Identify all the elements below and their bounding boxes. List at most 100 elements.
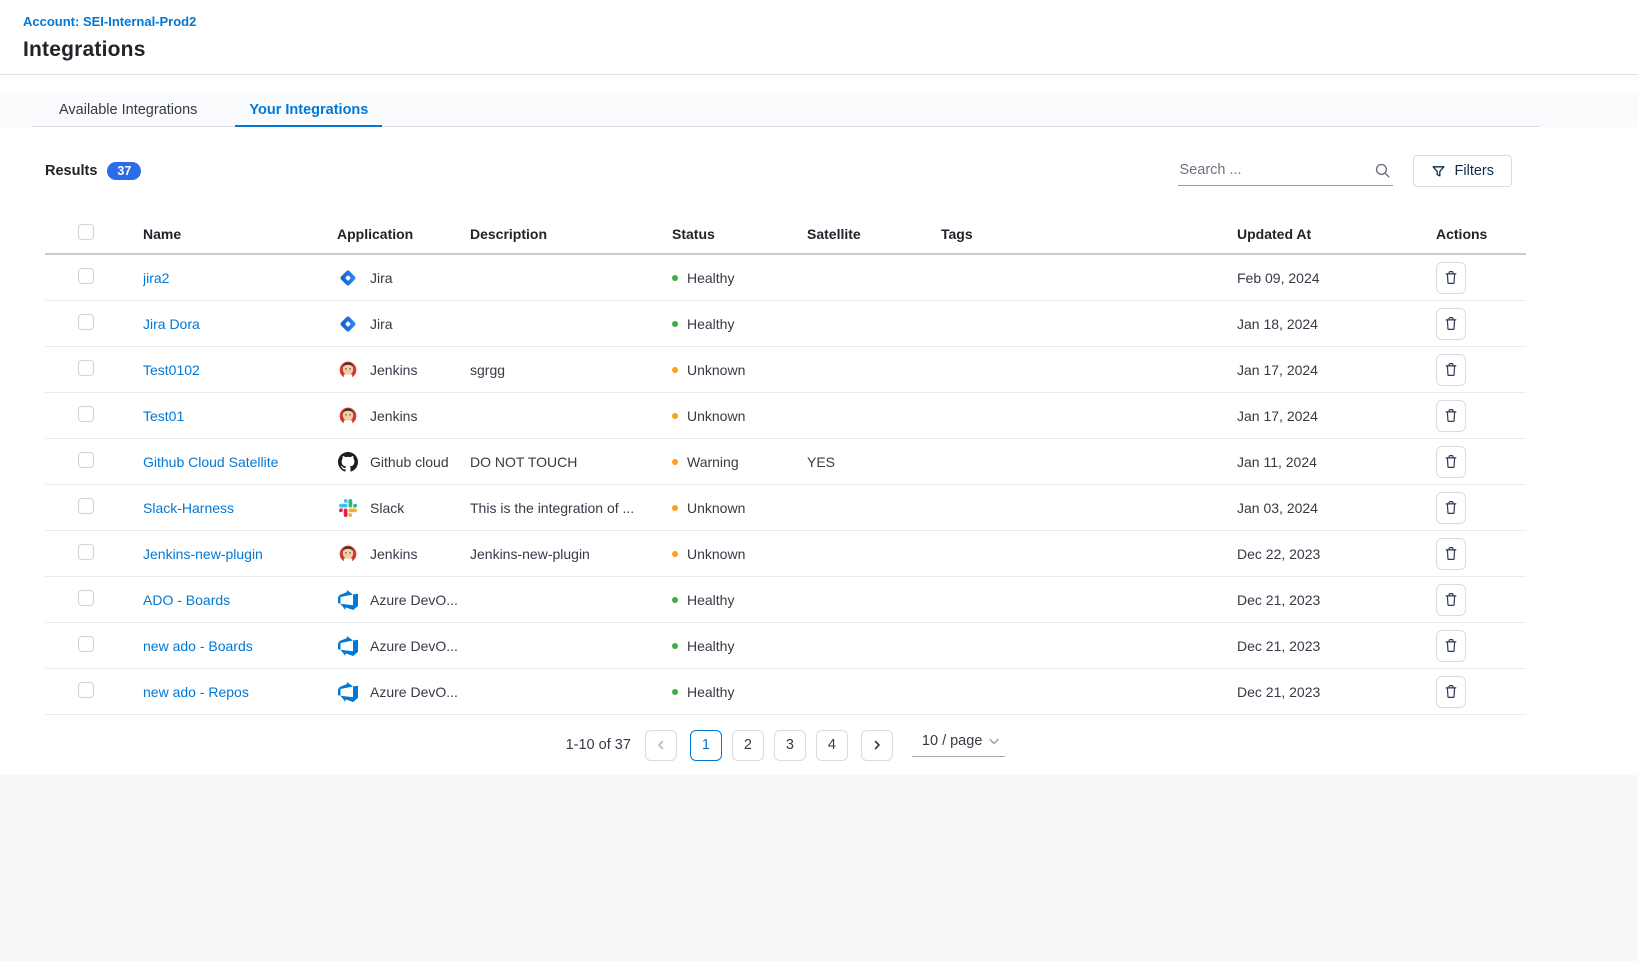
app-label: Jenkins [370, 362, 417, 378]
page-number-button[interactable]: 4 [816, 730, 848, 761]
chevron-right-icon [871, 739, 883, 751]
jenkins-icon [337, 360, 359, 380]
delete-button[interactable] [1436, 400, 1466, 432]
page-size-select[interactable]: 10 / page [912, 733, 1005, 757]
delete-button[interactable] [1436, 584, 1466, 616]
app-label: Jenkins [370, 408, 417, 424]
row-checkbox[interactable] [78, 452, 94, 468]
trash-icon [1444, 592, 1458, 607]
row-checkbox[interactable] [78, 590, 94, 606]
account-link[interactable]: Account: SEI-Internal-Prod2 [23, 14, 196, 29]
app-label: Azure DevO... [370, 638, 458, 654]
azure-devops-icon [337, 682, 359, 702]
row-checkbox[interactable] [78, 406, 94, 422]
integration-name-link[interactable]: new ado - Boards [143, 638, 253, 654]
tab-bar: Available Integrations Your Integrations [0, 94, 1638, 127]
status-dot [672, 321, 678, 327]
row-checkbox[interactable] [78, 360, 94, 376]
page-number-button[interactable]: 2 [732, 730, 764, 761]
delete-button[interactable] [1436, 262, 1466, 294]
status-dot [672, 551, 678, 557]
integration-name-link[interactable]: Slack-Harness [143, 500, 234, 516]
github-icon [337, 452, 359, 472]
search-box [1178, 156, 1393, 186]
table-row: ADO - Boards Azure DevO... Healthy [45, 577, 1526, 623]
table-row: new ado - Repos Azure DevO... Healthy [45, 669, 1526, 715]
status-label: Unknown [687, 408, 745, 424]
table-body: jira2 Jira Healthy Feb 09, [45, 255, 1526, 715]
tab-available-integrations[interactable]: Available Integrations [45, 94, 211, 126]
integration-name-link[interactable]: Github Cloud Satellite [143, 454, 278, 470]
status-label: Healthy [687, 316, 734, 332]
search-input[interactable] [1178, 156, 1393, 186]
delete-button[interactable] [1436, 354, 1466, 386]
status-dot [672, 459, 678, 465]
results-count-badge: 37 [107, 162, 141, 181]
page-background [0, 775, 1638, 961]
delete-button[interactable] [1436, 492, 1466, 524]
next-page-button[interactable] [861, 730, 893, 761]
integration-name-link[interactable]: Test0102 [143, 362, 200, 378]
column-header-updated-at: Updated At [1237, 226, 1436, 242]
previous-page-button[interactable] [645, 730, 677, 761]
table-row: new ado - Boards Azure DevO... Healthy [45, 623, 1526, 669]
trash-icon [1444, 362, 1458, 377]
page-number-button[interactable]: 1 [690, 730, 722, 761]
status-dot [672, 643, 678, 649]
row-checkbox[interactable] [78, 498, 94, 514]
search-icon[interactable] [1374, 162, 1391, 182]
status-label: Warning [687, 454, 739, 470]
slack-icon [337, 499, 359, 517]
table-row: Github Cloud Satellite Github cloud DO N… [45, 439, 1526, 485]
row-checkbox[interactable] [78, 682, 94, 698]
table-row: Test0102 Jenkins sgrgg Unknown [45, 347, 1526, 393]
row-checkbox[interactable] [78, 636, 94, 652]
status-label: Unknown [687, 500, 745, 516]
trash-icon [1444, 316, 1458, 331]
integration-name-link[interactable]: Jenkins-new-plugin [143, 546, 263, 562]
status-dot [672, 505, 678, 511]
integration-name-link[interactable]: Jira Dora [143, 316, 200, 332]
table-row: Test01 Jenkins Unknown Jan [45, 393, 1526, 439]
azure-devops-icon [337, 636, 359, 656]
table-row: jira2 Jira Healthy Feb 09, [45, 255, 1526, 301]
description-cell: sgrgg [470, 362, 672, 378]
integration-name-link[interactable]: jira2 [143, 270, 169, 286]
updated-cell: Jan 03, 2024 [1237, 500, 1436, 516]
trash-icon [1444, 270, 1458, 285]
status-dot [672, 597, 678, 603]
column-header-actions: Actions [1436, 226, 1526, 242]
app-label: Jira [370, 270, 393, 286]
filters-button[interactable]: Filters [1413, 155, 1512, 187]
satellite-cell: YES [807, 454, 941, 470]
status-label: Healthy [687, 684, 734, 700]
integrations-page: Account: SEI-Internal-Prod2 Integrations… [0, 0, 1638, 775]
updated-cell: Jan 17, 2024 [1237, 362, 1436, 378]
delete-button[interactable] [1436, 446, 1466, 478]
filters-button-label: Filters [1455, 163, 1494, 179]
status-dot [672, 367, 678, 373]
row-checkbox[interactable] [78, 544, 94, 560]
tab-your-integrations[interactable]: Your Integrations [235, 94, 382, 126]
app-label: Github cloud [370, 454, 449, 470]
select-all-checkbox[interactable] [78, 224, 94, 240]
integration-name-link[interactable]: new ado - Repos [143, 684, 249, 700]
pagination: 1-10 of 37 1234 10 / page [45, 715, 1526, 775]
jenkins-icon [337, 544, 359, 564]
page-number-button[interactable]: 3 [774, 730, 806, 761]
delete-button[interactable] [1436, 676, 1466, 708]
integration-name-link[interactable]: ADO - Boards [143, 592, 230, 608]
delete-button[interactable] [1436, 538, 1466, 570]
delete-button[interactable] [1436, 308, 1466, 340]
column-header-status: Status [672, 226, 807, 242]
table-row: Jira Dora Jira Healthy Jan [45, 301, 1526, 347]
toolbar: Results 37 Filters [45, 155, 1526, 187]
table-header-row: Name Application Description Status Sate… [45, 214, 1526, 255]
row-checkbox[interactable] [78, 268, 94, 284]
delete-button[interactable] [1436, 630, 1466, 662]
trash-icon [1444, 684, 1458, 699]
integration-name-link[interactable]: Test01 [143, 408, 184, 424]
row-checkbox[interactable] [78, 314, 94, 330]
filter-funnel-icon [1431, 164, 1446, 179]
status-dot [672, 413, 678, 419]
